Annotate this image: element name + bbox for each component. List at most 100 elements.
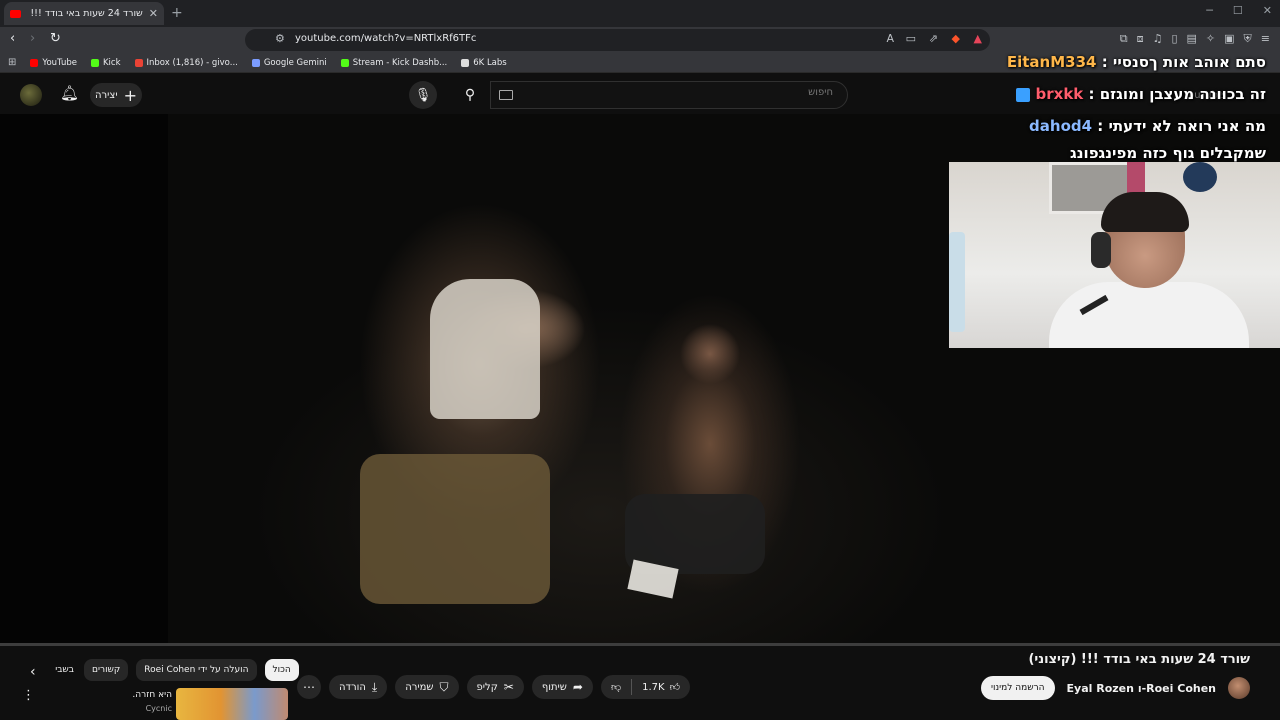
dislike-button[interactable]: 👎︎: [601, 681, 631, 693]
cast-icon[interactable]: ▭: [906, 32, 916, 45]
streamer-webcam: [949, 162, 1280, 348]
ai-icon[interactable]: ✧: [1206, 32, 1215, 46]
download-button[interactable]: ⤓ הורדה: [329, 675, 388, 699]
video-frame-figure: [360, 454, 550, 604]
video-title: שורד 24 שעות באי בודד !!! (קיצוני): [1028, 652, 1250, 667]
chat-message: מה אני רואה לא ידעתי : dahod4: [1029, 117, 1266, 135]
chat-badge-icon: [1016, 87, 1031, 102]
search-input[interactable]: [531, 86, 835, 99]
video-progress-bar[interactable]: [0, 643, 1280, 646]
chip-uploaded-by[interactable]: הועלה על ידי Roei Cohen: [136, 659, 257, 681]
chevron-left-icon[interactable]: ‹: [30, 664, 36, 680]
chat-message: סתם אוהב אות ךסנסיי : EitanM334: [1006, 53, 1266, 71]
save-button[interactable]: ⛉ שמירה: [395, 675, 459, 699]
site-info-icon[interactable]: ⚙: [275, 32, 285, 45]
share-icon[interactable]: ⇗: [929, 32, 938, 45]
extension-icon[interactable]: ⧈: [1137, 32, 1144, 46]
bookmark-inbox[interactable]: Inbox (1,816) - givo...: [134, 58, 238, 68]
browser-tab-active[interactable]: שורד 24 שעות באי בודד !!! (קיצוני) ✕: [4, 2, 164, 25]
share-button[interactable]: ➦ שיתוף: [531, 675, 593, 699]
save-icon: ⛉: [439, 679, 449, 694]
notifications-bell-icon[interactable]: 🔔︎: [60, 84, 79, 102]
recommended-video-title[interactable]: היא חזרה.: [100, 690, 172, 700]
url-text: youtube.com/watch?v=NRTlxRf6TFc: [295, 33, 477, 44]
maximize-icon[interactable]: ☐: [1233, 4, 1243, 17]
bookmark-favicon-icon: [251, 58, 260, 67]
youtube-favicon-icon: [10, 9, 21, 18]
create-button[interactable]: יצירה +: [90, 83, 142, 107]
new-tab-button[interactable]: +: [171, 5, 183, 21]
share-label: שיתוף: [541, 681, 567, 693]
bookmark-kick[interactable]: Kick: [90, 58, 121, 68]
brave-shield-icon[interactable]: ◆: [952, 32, 960, 45]
reload-icon[interactable]: ↻: [50, 31, 61, 46]
chat-message-text: שמקבלים גוף כזה מפינגפונג: [1070, 144, 1266, 162]
account-avatar[interactable]: [20, 84, 42, 106]
like-dislike-group: 👎︎ 1.7K 👍︎: [600, 675, 691, 699]
rewards-icon[interactable]: ▲: [974, 32, 982, 45]
recommendation-chips: בשבי קשורים הועלה על ידי Roei Cohen הכול: [50, 659, 299, 681]
create-label: יצירה: [95, 89, 118, 101]
recommended-video-channel[interactable]: Cycnic: [100, 704, 172, 713]
channel-avatar[interactable]: [1228, 677, 1250, 699]
share-arrow-icon: ➦: [572, 680, 583, 694]
recommended-video-thumbnail[interactable]: [176, 688, 288, 720]
search-button[interactable]: ⚲: [450, 81, 490, 109]
like-count: 1.7K: [642, 681, 665, 693]
browser-tab-strip: שורד 24 שעות באי בודד !!! (קיצוני) ✕ + ─…: [0, 0, 1280, 27]
chat-message-text: מה אני רואה לא ידעתי: [1108, 117, 1266, 135]
thumbs-up-icon: 👍︎: [669, 682, 681, 693]
tab-title: שורד 24 שעות באי בודד !!! (קיצוני): [27, 8, 143, 19]
subscribe-button[interactable]: הרשמה למינוי: [981, 676, 1055, 700]
keyboard-icon[interactable]: [499, 90, 513, 100]
bookmark-kick-stream[interactable]: Stream - Kick Dashb...: [340, 58, 447, 68]
translate-icon[interactable]: A: [886, 32, 894, 45]
chat-message: זה בכוונה מעצבן ומוגזם : brxkk: [976, 78, 1266, 110]
wallet-icon[interactable]: ▣: [1224, 32, 1234, 46]
vpn-icon[interactable]: ⛨: [1244, 32, 1252, 46]
save-label: שמירה: [405, 681, 434, 693]
extensions-area: ⧉ ⧈ ♫ ▯ ▤ ✧ ▣ ⛨ ≡: [1120, 32, 1270, 46]
bookmark-favicon-icon: [90, 58, 99, 67]
chip-related[interactable]: קשורים: [84, 659, 129, 681]
channel-name[interactable]: Eyal Rozen ו-Roei Cohen: [1067, 682, 1216, 695]
webcam-background: [949, 232, 965, 332]
close-window-icon[interactable]: ✕: [1263, 4, 1272, 17]
minimize-icon[interactable]: ─: [1206, 4, 1213, 17]
chat-username: dahod4: [1029, 117, 1093, 135]
webcam-background: [1183, 162, 1217, 192]
chat-message: שמקבלים גוף כזה מפינגפונג: [976, 142, 1266, 164]
chat-username: brxkk: [1035, 85, 1084, 103]
menu-icon[interactable]: ≡: [1261, 32, 1270, 46]
voice-search-button[interactable]: 🎙︎: [409, 81, 437, 109]
sidebar-icon[interactable]: ▯: [1171, 32, 1177, 46]
more-actions-button[interactable]: ⋯: [297, 675, 321, 699]
address-bar[interactable]: ⚙ youtube.com/watch?v=NRTlxRf6TFc A ▭ ⇗ …: [245, 29, 990, 51]
clip-button[interactable]: ✂ קליפ: [466, 675, 524, 699]
tab-close-icon[interactable]: ✕: [149, 7, 158, 20]
chat-message-text: סתם אוהב אות ךסנסיי: [1112, 53, 1266, 71]
like-button[interactable]: 1.7K 👍︎: [632, 681, 690, 694]
chip-partial[interactable]: בשבי: [50, 659, 76, 681]
media-icon[interactable]: ♫: [1153, 32, 1163, 46]
bookmark-gemini[interactable]: Google Gemini: [251, 58, 327, 68]
kebab-menu-icon[interactable]: ⋮: [22, 688, 35, 703]
stream-chat-overlay: סתם אוהב אות ךסנסיי : EitanM334 זה בכוונ…: [976, 46, 1266, 164]
bookmark-youtube[interactable]: YouTube: [30, 58, 77, 68]
forward-icon[interactable]: ›: [30, 31, 35, 46]
extension-icon[interactable]: ⧉: [1120, 32, 1128, 46]
scissors-icon: ✂: [503, 680, 514, 694]
channel-row: Eyal Rozen ו-Roei Cohen הרשמה למינוי: [981, 676, 1250, 700]
chip-all[interactable]: הכול: [264, 659, 299, 681]
apps-icon[interactable]: ⊞: [8, 57, 16, 68]
player-side-shade: [0, 114, 168, 644]
chat-username: EitanM334: [1006, 53, 1097, 71]
download-label: הורדה: [339, 681, 366, 693]
back-icon[interactable]: ‹: [10, 31, 15, 46]
bookmark-6k-labs[interactable]: 6K Labs: [461, 58, 507, 68]
bookmark-favicon-icon: [340, 58, 349, 67]
mic-icon: 🎙︎: [414, 87, 432, 103]
plus-icon: +: [123, 85, 137, 105]
bookmarks-panel-icon[interactable]: ▤: [1187, 32, 1197, 46]
video-actions: ⋯ ⤓ הורדה ⛉ שמירה ✂ קליפ ➦ שיתוף 👎︎ 1.7K 👍︎: [297, 675, 691, 699]
